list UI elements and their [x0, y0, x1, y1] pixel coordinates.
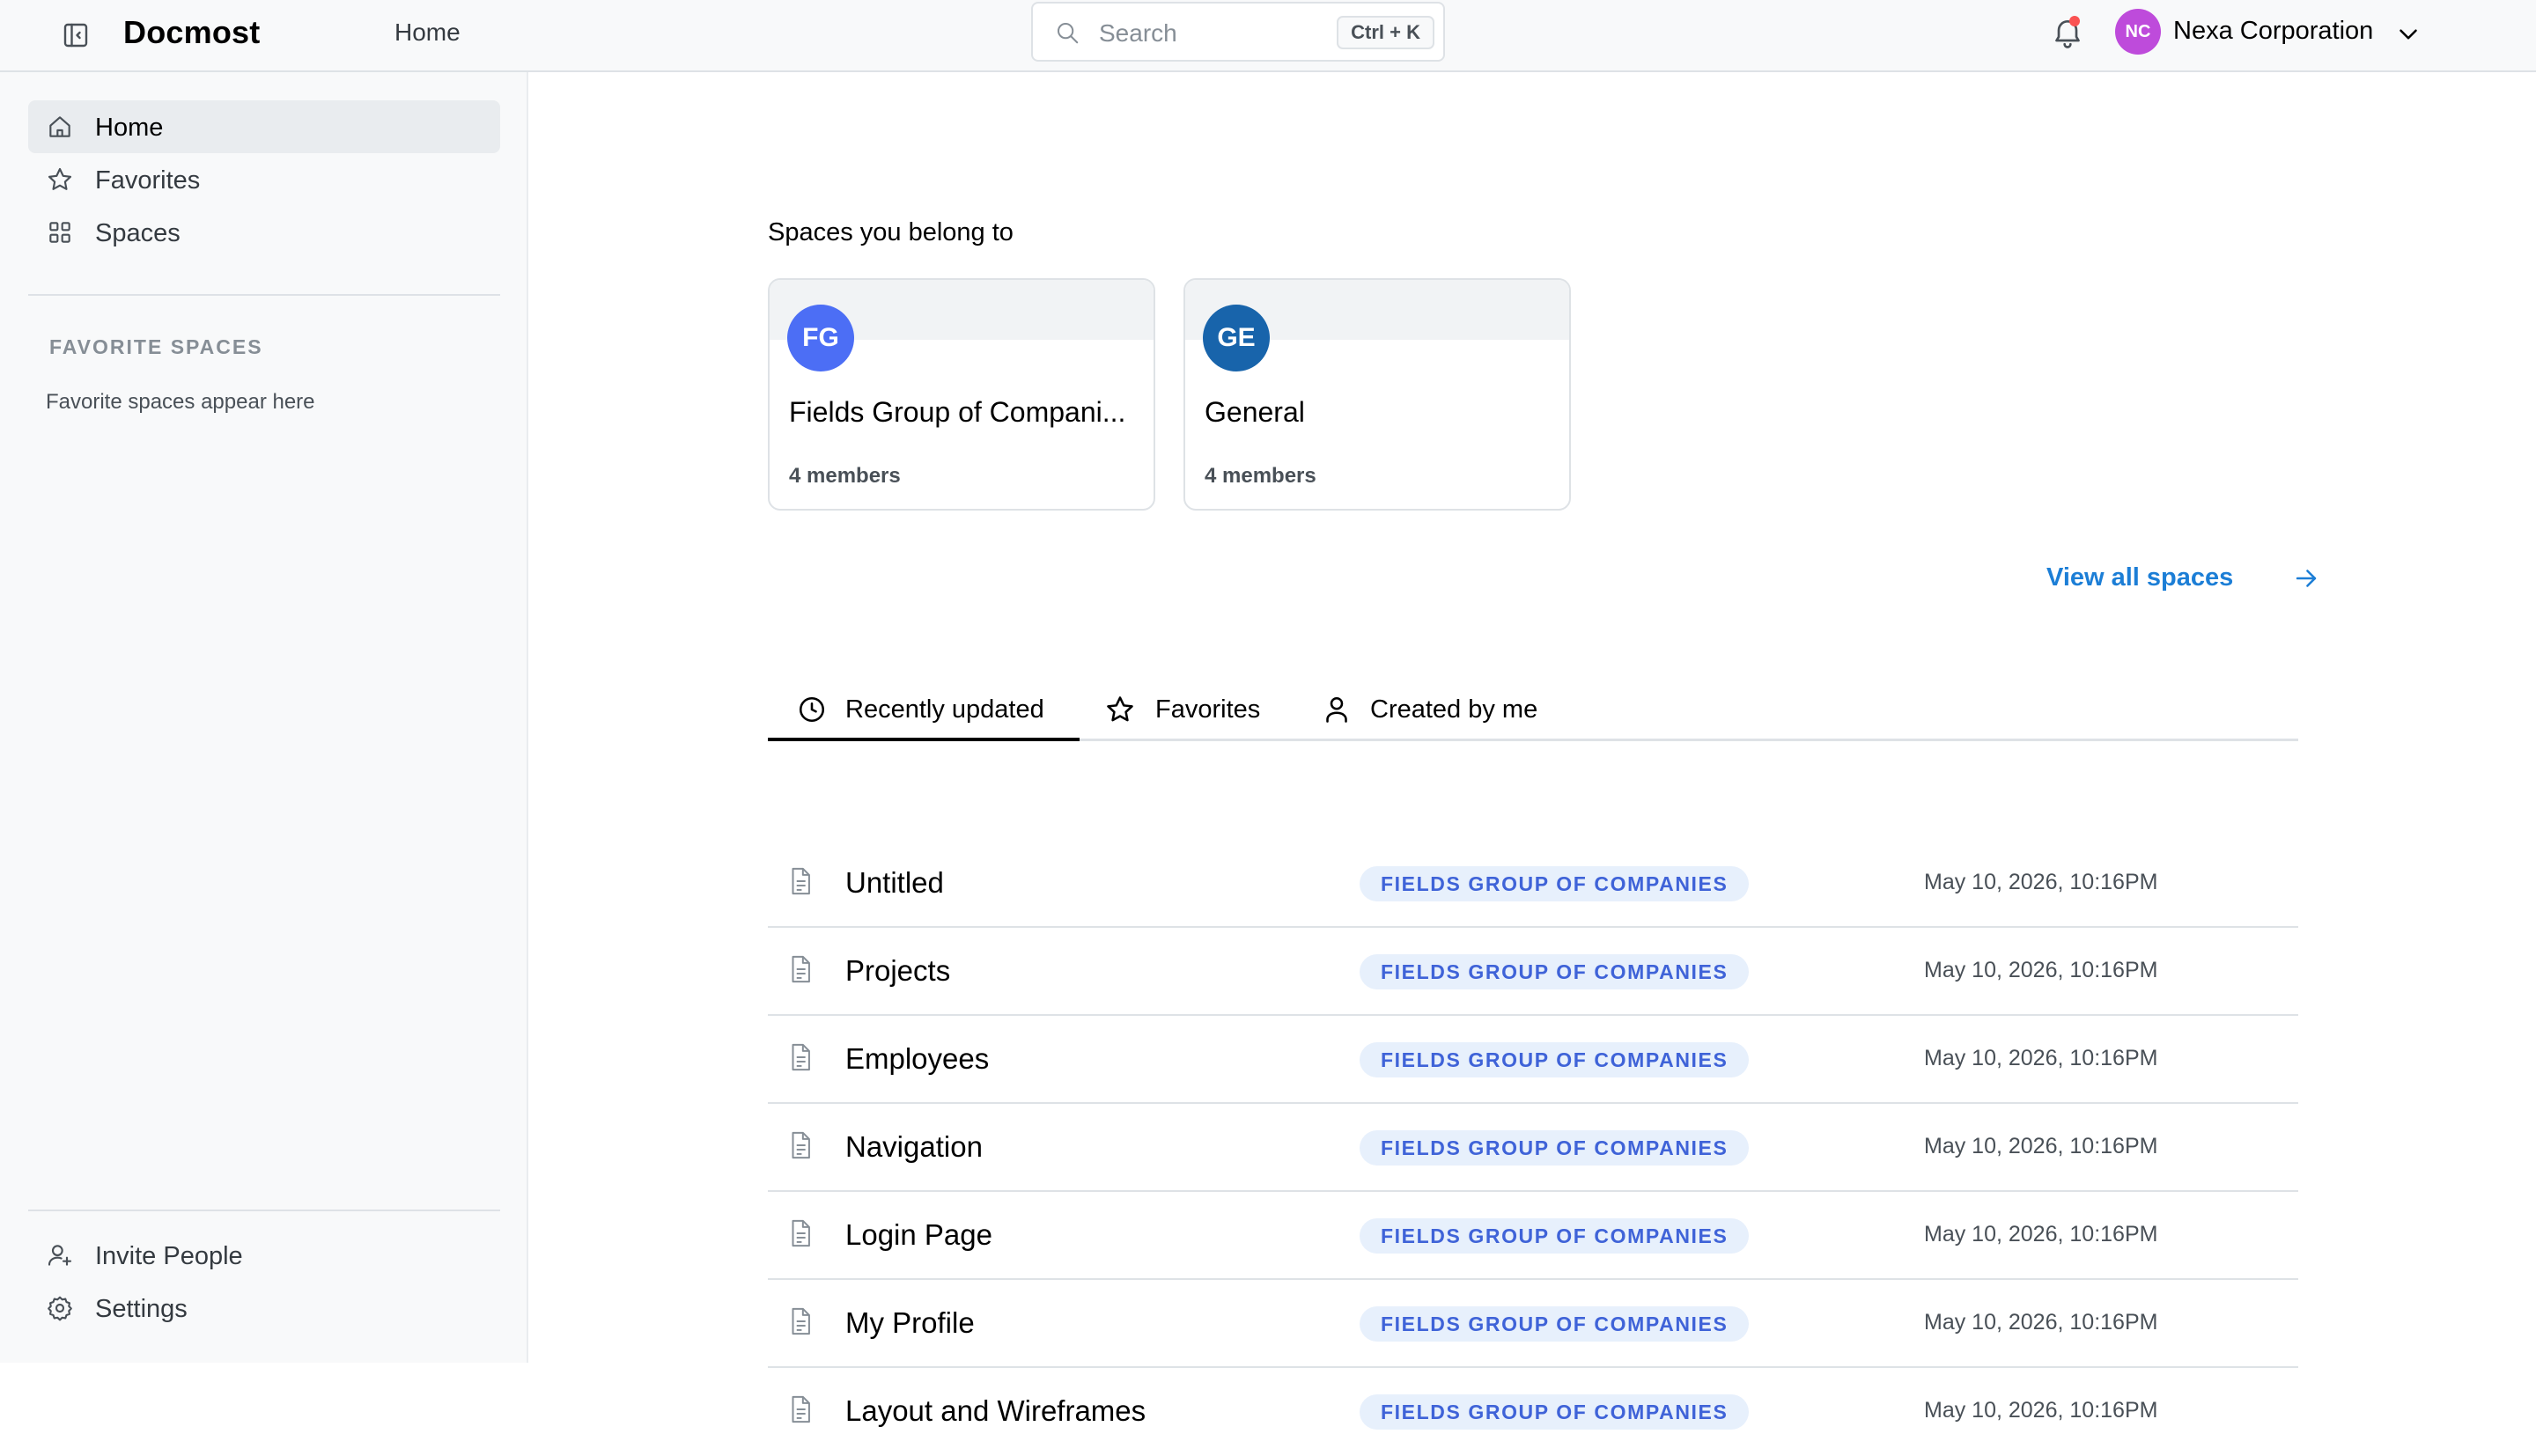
tab-label: Recently updated: [845, 695, 1044, 724]
user-plus-icon: [46, 1241, 74, 1269]
file-icon: [787, 866, 814, 896]
page-title: Employees: [845, 1042, 989, 1076]
workspace-avatar[interactable]: NC: [2115, 9, 2161, 55]
file-icon: [787, 1218, 814, 1248]
file-icon: [787, 1130, 814, 1160]
file-icon: [787, 1394, 814, 1424]
page-title: Login Page: [845, 1218, 992, 1252]
sidebar-item-label: Settings: [95, 1295, 188, 1324]
space-name: General: [1205, 396, 1557, 429]
page-title: My Profile: [845, 1306, 975, 1340]
workspace-name[interactable]: Nexa Corporation: [2173, 17, 2373, 46]
sidebar-item-invite-people[interactable]: Invite People: [28, 1229, 500, 1282]
star-icon: [1104, 694, 1136, 725]
space-badge[interactable]: FIELDS GROUP OF COMPANIES: [1360, 1394, 1749, 1430]
grid-icon: [46, 218, 74, 246]
clock-icon: [796, 694, 828, 725]
sidebar-toggle-icon[interactable]: [60, 19, 92, 51]
list-item[interactable]: Projects FIELDS GROUP OF COMPANIES May 1…: [768, 928, 2298, 1016]
list-item[interactable]: My Profile FIELDS GROUP OF COMPANIES May…: [768, 1280, 2298, 1368]
sidebar-item-favorites[interactable]: Favorites: [28, 153, 500, 206]
space-badge[interactable]: FIELDS GROUP OF COMPANIES: [1360, 1042, 1749, 1077]
space-card[interactable]: GE General 4 members: [1183, 278, 1571, 511]
page-title: Navigation: [845, 1130, 983, 1164]
home-icon: [46, 113, 74, 141]
main-content: Spaces you belong to FG Fields Group of …: [530, 72, 2536, 1363]
sidebar: Home Favorites Spaces FAVORITE SPACES Fa…: [0, 72, 528, 1363]
sidebar-divider: [28, 1210, 500, 1211]
list-item[interactable]: Login Page FIELDS GROUP OF COMPANIES May…: [768, 1192, 2298, 1280]
space-avatar: GE: [1203, 305, 1270, 371]
star-icon: [46, 165, 74, 194]
arrow-right-icon[interactable]: [2291, 563, 2321, 593]
bell-icon[interactable]: [2050, 14, 2085, 49]
chevron-down-icon[interactable]: [2393, 19, 2423, 49]
sidebar-divider: [28, 294, 500, 296]
space-card[interactable]: FG Fields Group of Compani... 4 members: [768, 278, 1155, 511]
sidebar-item-home[interactable]: Home: [28, 100, 500, 153]
space-badge[interactable]: FIELDS GROUP OF COMPANIES: [1360, 1306, 1749, 1342]
sidebar-item-label: Spaces: [95, 219, 181, 248]
top-bar: Docmost Home Search Ctrl + K NC Nexa Cor…: [0, 0, 2536, 72]
page-title: Layout and Wireframes: [845, 1394, 1146, 1428]
file-icon: [787, 954, 814, 984]
list-item[interactable]: Navigation FIELDS GROUP OF COMPANIES May…: [768, 1104, 2298, 1192]
updated-date: May 10, 2026, 10:16PM: [1924, 1398, 2157, 1423]
user-icon: [1321, 694, 1353, 725]
gear-icon: [46, 1294, 74, 1322]
notification-dot: [2069, 16, 2080, 26]
search-shortcut: Ctrl + K: [1337, 16, 1434, 49]
page-title: Untitled: [845, 866, 944, 900]
spaces-heading: Spaces you belong to: [768, 218, 1014, 247]
list-item[interactable]: Untitled FIELDS GROUP OF COMPANIES May 1…: [768, 840, 2298, 928]
favorite-spaces-empty: Favorite spaces appear here: [46, 390, 315, 415]
updated-date: May 10, 2026, 10:16PM: [1924, 1046, 2157, 1071]
updated-date: May 10, 2026, 10:16PM: [1924, 1134, 2157, 1159]
list-item[interactable]: Employees FIELDS GROUP OF COMPANIES May …: [768, 1016, 2298, 1104]
updated-date: May 10, 2026, 10:16PM: [1924, 870, 2157, 895]
space-badge[interactable]: FIELDS GROUP OF COMPANIES: [1360, 1218, 1749, 1254]
sidebar-item-label: Home: [95, 114, 163, 143]
tab-label: Favorites: [1155, 695, 1260, 724]
space-badge[interactable]: FIELDS GROUP OF COMPANIES: [1360, 954, 1749, 989]
space-name: Fields Group of Compani...: [789, 396, 1141, 429]
tab-favorites[interactable]: Favorites: [1104, 680, 1280, 741]
space-avatar: FG: [787, 305, 854, 371]
tab-created-by-me[interactable]: Created by me: [1321, 680, 1567, 741]
space-badge[interactable]: FIELDS GROUP OF COMPANIES: [1360, 866, 1749, 901]
tab-label: Created by me: [1370, 695, 1537, 724]
updated-date: May 10, 2026, 10:16PM: [1924, 1222, 2157, 1247]
file-icon: [787, 1042, 814, 1072]
app-logo[interactable]: Docmost: [123, 14, 260, 51]
space-badge[interactable]: FIELDS GROUP OF COMPANIES: [1360, 1130, 1749, 1166]
search-placeholder: Search: [1099, 19, 1177, 48]
recent-pages-list: Untitled FIELDS GROUP OF COMPANIES May 1…: [768, 840, 2298, 1456]
search-input[interactable]: Search Ctrl + K: [1031, 2, 1445, 62]
sidebar-item-label: Favorites: [95, 166, 200, 195]
sidebar-item-label: Invite People: [95, 1242, 243, 1271]
space-members: 4 members: [789, 464, 901, 489]
space-members: 4 members: [1205, 464, 1316, 489]
updated-date: May 10, 2026, 10:16PM: [1924, 958, 2157, 983]
favorite-spaces-heading: FAVORITE SPACES: [49, 335, 263, 359]
view-all-spaces-link[interactable]: View all spaces: [2046, 563, 2233, 592]
sidebar-item-settings[interactable]: Settings: [28, 1282, 500, 1335]
page-tabs: Recently updated Favorites Created by me: [768, 680, 2298, 741]
search-icon: [1054, 19, 1080, 46]
tab-recently-updated[interactable]: Recently updated: [768, 680, 1080, 741]
list-item[interactable]: Layout and Wireframes FIELDS GROUP OF CO…: [768, 1368, 2298, 1456]
page-title: Projects: [845, 954, 950, 988]
sidebar-item-spaces[interactable]: Spaces: [28, 206, 500, 259]
updated-date: May 10, 2026, 10:16PM: [1924, 1310, 2157, 1335]
file-icon: [787, 1306, 814, 1336]
breadcrumb-home[interactable]: Home: [394, 18, 461, 47]
